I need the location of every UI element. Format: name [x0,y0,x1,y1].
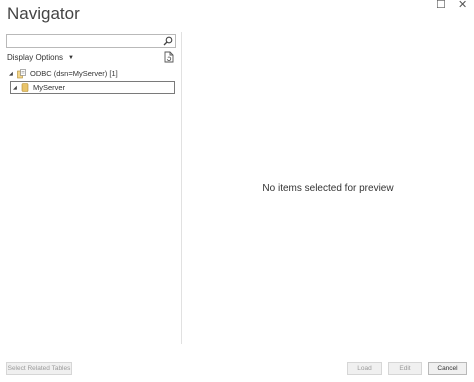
expand-triangle-icon[interactable]: ◢ [13,85,21,91]
tree-item-label: ODBC (dsn=MyServer) [1] [30,69,118,78]
tree-item-label: MyServer [33,83,66,92]
close-button[interactable]: ✕ [458,0,467,11]
preview-empty-message: No items selected for preview [262,183,394,194]
maximize-button[interactable]: ☐ [436,0,446,11]
odbc-icon [17,68,26,78]
display-options-label: Display Options [7,53,64,62]
search-input[interactable] [9,35,159,47]
search-box [6,34,176,48]
window-title: Navigator [7,4,80,23]
folder-icon [21,83,29,92]
tree-item-myserver[interactable]: ◢ MyServer [10,81,175,94]
expand-triangle-icon[interactable]: ◢ [9,71,17,77]
cancel-button[interactable]: Cancel [428,362,467,375]
tree-item-odbc[interactable]: ◢ ODBC (dsn=MyServer) [1] [9,68,118,79]
refresh-icon[interactable] [164,51,174,63]
chevron-down-icon: ▼ [68,55,74,61]
select-related-tables-button[interactable]: Select Related Tables [6,362,72,375]
load-button[interactable]: Load [347,362,382,375]
edit-button[interactable]: Edit [388,362,422,375]
display-options-dropdown[interactable]: Display Options ▼ [7,53,74,62]
search-icon[interactable] [163,36,173,46]
